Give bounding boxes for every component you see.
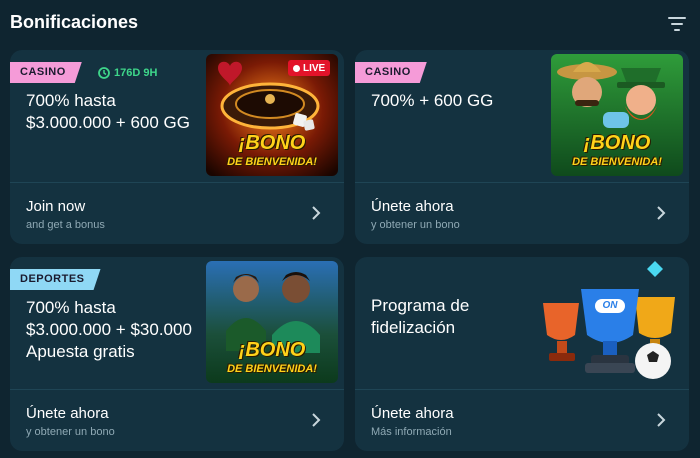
clock-icon (98, 67, 110, 79)
chevron-right-icon (657, 413, 666, 427)
card-header: DEPORTES 700% hasta $3.000.000 + $30.000… (10, 257, 344, 389)
bonus-title: 700% hasta $3.000.000 + $30.000 Apuesta … (26, 298, 192, 361)
category-tag: CASINO (10, 62, 82, 83)
bonus-card-casino-2[interactable]: CASINO 700% + 600 GG ¡BONO DE BIENVENIDA… (355, 50, 689, 244)
filter-button[interactable] (664, 12, 690, 36)
on-logo: ON (602, 300, 618, 311)
card-header: Programa de fidelización ON (355, 257, 689, 389)
header: Bonificaciones (0, 0, 700, 50)
cta-subtitle: y obtener un bono (371, 219, 460, 231)
cta-subtitle: Más información (371, 426, 452, 438)
chevron-right-icon (312, 206, 321, 220)
cta-subtitle: y obtener un bono (26, 426, 115, 438)
card-cta[interactable]: Únete ahora y obtener un bono (10, 390, 344, 451)
countdown-timer: 176D 9H (98, 65, 157, 81)
card-cta[interactable]: Únete ahora y obtener un bono (355, 183, 689, 244)
leprechaun-characters-image: ¡BONO DE BIENVENIDA! (551, 54, 683, 176)
card-cta[interactable]: Join now and get a bonus (10, 183, 344, 244)
loyalty-program-card[interactable]: Programa de fidelización ON Únete ahora … (355, 257, 689, 451)
chevron-right-icon (312, 413, 321, 427)
bonus-card-deportes[interactable]: DEPORTES 700% hasta $3.000.000 + $30.000… (10, 257, 344, 451)
cta-subtitle: and get a bonus (26, 219, 105, 231)
bonus-title: 700% + 600 GG (371, 91, 494, 110)
bonus-title: 700% hasta $3.000.000 + 600 GG (26, 91, 190, 132)
category-tag: DEPORTES (10, 269, 101, 290)
cta-label: Join now (26, 198, 86, 215)
roulette-live-image: LIVE ¡BONO DE BIENVENIDA! (206, 54, 338, 176)
cta-label: Únete ahora (26, 405, 109, 422)
chevron-right-icon (657, 206, 666, 220)
bonus-card-casino-1[interactable]: CASINO 176D 9H 700% hasta $3.000.000 + 6… (10, 50, 344, 244)
athletes-image: ¡BONO DE BIENVENIDA! (206, 261, 338, 383)
page-title: Bonificaciones (10, 12, 139, 32)
live-badge: LIVE (288, 60, 331, 76)
category-tag: CASINO (355, 62, 427, 83)
card-header: CASINO 176D 9H 700% hasta $3.000.000 + 6… (10, 50, 344, 182)
trophies-image: ON (535, 259, 685, 385)
card-cta[interactable]: Únete ahora Más información (355, 390, 689, 451)
cta-label: Únete ahora (371, 198, 454, 215)
cta-label: Únete ahora (371, 405, 454, 422)
live-dot-icon (293, 64, 300, 72)
filter-icon (668, 17, 686, 31)
card-header: CASINO 700% + 600 GG ¡BONO DE BIENVENIDA… (355, 50, 689, 182)
timer-text: 176D 9H (114, 67, 158, 79)
